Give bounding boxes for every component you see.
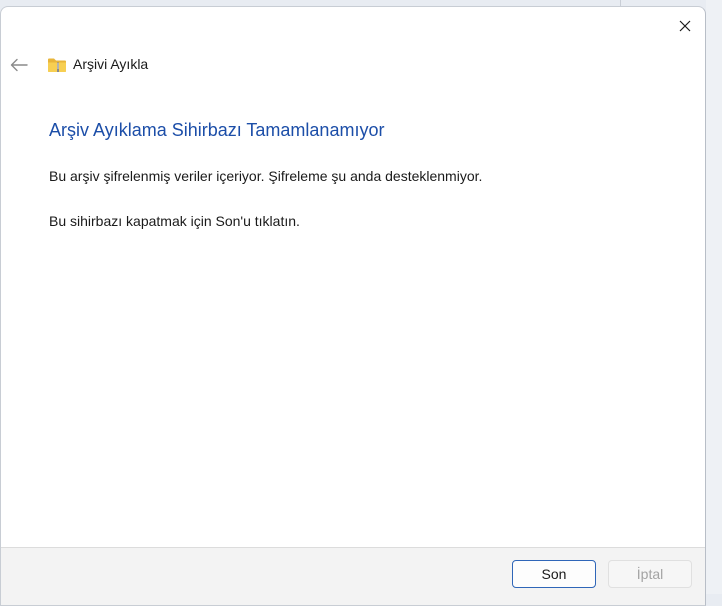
cancel-button[interactable]: İptal [608, 560, 692, 588]
back-button[interactable] [5, 51, 33, 79]
wizard-heading: Arşiv Ayıklama Sihirbazı Tamamlanamıyor [49, 120, 385, 140]
close-icon [679, 20, 691, 32]
window-title: Arşivi Ayıkla [73, 56, 149, 72]
zip-folder-icon [48, 58, 66, 72]
background-window [706, 0, 722, 594]
extract-wizard-dialog: Arşivi Ayıkla Arşiv Ayıklama Sihirbazı T… [0, 6, 706, 606]
close-instruction-message: Bu sihirbazı kapatmak için Son'u tıklatı… [49, 213, 300, 229]
close-button[interactable] [663, 9, 705, 43]
encryption-message: Bu arşiv şifrelenmiş veriler içeriyor. Ş… [49, 168, 483, 184]
back-arrow-icon [10, 58, 28, 72]
finish-button[interactable]: Son [512, 560, 596, 588]
button-bar: Son İptal [1, 547, 705, 605]
